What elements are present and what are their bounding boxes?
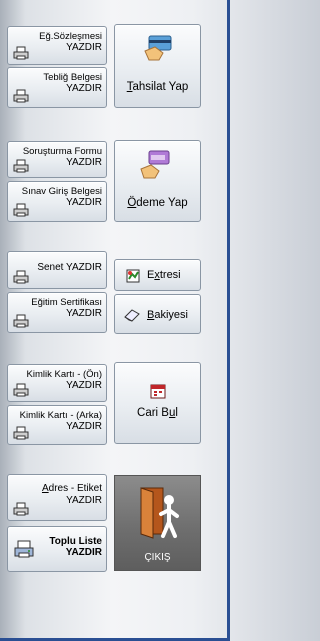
button-sublabel: YAZDIR: [66, 380, 102, 391]
button-sublabel: YAZDIR: [66, 495, 102, 506]
button-label: Eğ.Sözleşmesi: [39, 31, 102, 42]
button-label: Toplu Liste: [49, 536, 102, 547]
button-label: Ödeme Yap: [127, 197, 188, 209]
button-sublabel: YAZDIR: [66, 83, 102, 94]
odeme-yap-button[interactable]: Ödeme Yap: [114, 140, 201, 222]
statement-icon: [126, 269, 140, 283]
toplu-liste-print-button[interactable]: Toplu Liste YAZDIR: [7, 526, 107, 572]
eraser-icon: [124, 309, 140, 322]
button-label: Eğitim Sertifikası: [31, 297, 102, 308]
button-label: Kimlik Kartı - (Arka): [19, 410, 102, 421]
exit-door-icon: [140, 487, 179, 539]
button-label: ÇIKIŞ: [144, 552, 171, 563]
printer-icon: [13, 89, 29, 103]
button-sublabel: YAZDIR: [66, 421, 102, 432]
printer-icon: [13, 203, 29, 217]
teblig-belgesi-print-button[interactable]: Tebliğ Belgesi YAZDIR: [7, 67, 107, 108]
printer-icon: [13, 270, 29, 284]
printer-icon: [13, 426, 29, 440]
calendar-icon: [150, 384, 166, 399]
eg-sozlesmesi-print-button[interactable]: Eğ.Sözleşmesi YAZDIR: [7, 26, 107, 65]
card-payment-icon: [144, 35, 172, 61]
extresi-button[interactable]: Extresi: [114, 259, 201, 291]
button-label: Kimlik Kartı - (Ön): [26, 369, 102, 380]
button-sublabel: YAZDIR: [66, 308, 102, 319]
adres-etiket-print-button[interactable]: Adres - Etiket YAZDIR: [7, 474, 107, 521]
tahsilat-yap-button[interactable]: Tahsilat Yap: [114, 24, 201, 108]
exit-button[interactable]: ÇIKIŞ: [114, 475, 201, 571]
button-label: Cari Bul: [137, 407, 178, 419]
button-label: Tebliğ Belgesi: [43, 72, 102, 83]
printer-icon: [13, 383, 29, 397]
button-label: Bakiyesi: [147, 309, 188, 321]
senet-print-button[interactable]: Senet YAZDIR: [7, 251, 107, 289]
cari-bul-button[interactable]: Cari Bul: [114, 362, 201, 444]
printer-icon: [13, 502, 29, 516]
bakiyesi-button[interactable]: Bakiyesi: [114, 294, 201, 334]
button-label: Soruşturma Formu: [22, 146, 102, 157]
kimlik-karti-on-print-button[interactable]: Kimlik Kartı - (Ön) YAZDIR: [7, 364, 107, 402]
button-label: Extresi: [147, 269, 181, 281]
printer-icon: [13, 314, 29, 328]
card-payment-icon: [140, 150, 170, 179]
kimlik-karti-arka-print-button[interactable]: Kimlik Kartı - (Arka) YAZDIR: [7, 405, 107, 445]
printer-icon: [13, 159, 29, 173]
printer-icon: [13, 46, 29, 60]
button-label: Tahsilat Yap: [126, 81, 189, 93]
button-sublabel: YAZDIR: [66, 197, 102, 208]
printer-list-icon: [14, 540, 34, 558]
button-label: Sınav Giriş Belgesi: [21, 186, 102, 197]
button-label: Senet YAZDIR: [37, 262, 102, 273]
sinav-giris-belgesi-print-button[interactable]: Sınav Giriş Belgesi YAZDIR: [7, 181, 107, 222]
button-sublabel: YAZDIR: [65, 547, 102, 558]
egitim-sertifikasi-print-button[interactable]: Eğitim Sertifikası YAZDIR: [7, 292, 107, 333]
button-label: Adres - Etiket: [41, 483, 102, 494]
sorusturma-formu-print-button[interactable]: Soruşturma Formu YAZDIR: [7, 141, 107, 178]
button-sublabel: YAZDIR: [66, 42, 102, 53]
button-sublabel: YAZDIR: [66, 157, 102, 168]
